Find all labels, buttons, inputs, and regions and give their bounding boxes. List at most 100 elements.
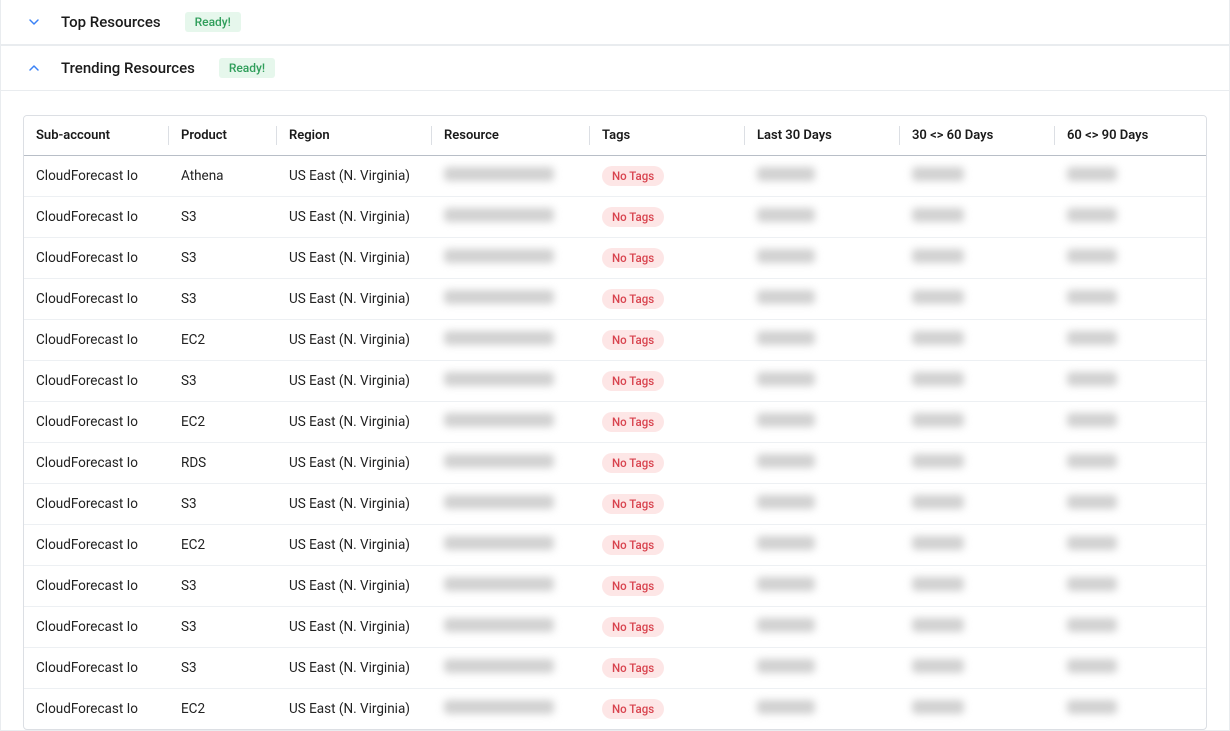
- col-header-region[interactable]: Region: [277, 116, 432, 156]
- cell-resource: [432, 320, 590, 361]
- cell-tags: No Tags: [590, 361, 745, 402]
- redacted-resource: [444, 290, 554, 304]
- table-row[interactable]: CloudForecast IoS3US East (N. Virginia)N…: [24, 607, 1206, 648]
- redacted-amount: [1067, 536, 1117, 550]
- col-header-last30[interactable]: Last 30 Days: [745, 116, 900, 156]
- table-row[interactable]: CloudForecast IoAthenaUS East (N. Virgin…: [24, 156, 1206, 197]
- cell-resource: [432, 279, 590, 320]
- table-row[interactable]: CloudForecast IoS3US East (N. Virginia)N…: [24, 484, 1206, 525]
- redacted-amount: [1067, 700, 1117, 714]
- panel-title-trending-resources: Trending Resources: [61, 59, 195, 77]
- cell-tags: No Tags: [590, 689, 745, 730]
- cell-3060: [900, 607, 1055, 648]
- cell-6090: [1055, 648, 1206, 689]
- cell-resource: [432, 443, 590, 484]
- cell-3060: [900, 484, 1055, 525]
- table-row[interactable]: CloudForecast IoEC2US East (N. Virginia)…: [24, 402, 1206, 443]
- redacted-amount: [757, 208, 815, 222]
- redacted-amount: [912, 413, 964, 427]
- cell-6090: [1055, 525, 1206, 566]
- cell-subaccount: CloudForecast Io: [24, 402, 169, 443]
- cell-6090: [1055, 361, 1206, 402]
- cell-product: S3: [169, 361, 277, 402]
- redacted-amount: [757, 536, 815, 550]
- cell-product: S3: [169, 607, 277, 648]
- cell-product: RDS: [169, 443, 277, 484]
- redacted-resource: [444, 618, 554, 632]
- cell-subaccount: CloudForecast Io: [24, 484, 169, 525]
- col-header-resource[interactable]: Resource: [432, 116, 590, 156]
- cell-3060: [900, 197, 1055, 238]
- no-tags-pill: No Tags: [602, 658, 664, 678]
- no-tags-pill: No Tags: [602, 453, 664, 473]
- redacted-resource: [444, 372, 554, 386]
- redacted-amount: [912, 167, 964, 181]
- no-tags-pill: No Tags: [602, 248, 664, 268]
- table-row[interactable]: CloudForecast IoEC2US East (N. Virginia)…: [24, 689, 1206, 730]
- no-tags-pill: No Tags: [602, 412, 664, 432]
- chevron-down-icon: [25, 13, 43, 31]
- cell-product: S3: [169, 238, 277, 279]
- cell-6090: [1055, 607, 1206, 648]
- cell-6090: [1055, 484, 1206, 525]
- redacted-amount: [912, 618, 964, 632]
- cell-product: S3: [169, 648, 277, 689]
- col-header-3060[interactable]: 30 <> 60 Days: [900, 116, 1055, 156]
- cell-resource: [432, 484, 590, 525]
- col-header-tags[interactable]: Tags: [590, 116, 745, 156]
- chevron-up-icon: [25, 59, 43, 77]
- cell-6090: [1055, 566, 1206, 607]
- panel-header-top-resources[interactable]: Top Resources Ready!: [1, 0, 1229, 45]
- redacted-resource: [444, 577, 554, 591]
- cell-subaccount: CloudForecast Io: [24, 443, 169, 484]
- cell-subaccount: CloudForecast Io: [24, 525, 169, 566]
- table-row[interactable]: CloudForecast IoEC2US East (N. Virginia)…: [24, 525, 1206, 566]
- cell-tags: No Tags: [590, 238, 745, 279]
- panel-top-resources: Top Resources Ready!: [0, 0, 1230, 46]
- redacted-amount: [1067, 372, 1117, 386]
- cell-resource: [432, 607, 590, 648]
- table-row[interactable]: CloudForecast IoS3US East (N. Virginia)N…: [24, 648, 1206, 689]
- cell-last30: [745, 566, 900, 607]
- cell-tags: No Tags: [590, 279, 745, 320]
- table-row[interactable]: CloudForecast IoS3US East (N. Virginia)N…: [24, 566, 1206, 607]
- table-row[interactable]: CloudForecast IoEC2US East (N. Virginia)…: [24, 320, 1206, 361]
- table-row[interactable]: CloudForecast IoS3US East (N. Virginia)N…: [24, 361, 1206, 402]
- table-row[interactable]: CloudForecast IoS3US East (N. Virginia)N…: [24, 238, 1206, 279]
- col-header-product[interactable]: Product: [169, 116, 277, 156]
- cell-3060: [900, 648, 1055, 689]
- cell-resource: [432, 689, 590, 730]
- trending-resources-table: Sub-account Product Region Resource Tags…: [23, 115, 1207, 730]
- redacted-amount: [757, 454, 815, 468]
- redacted-resource: [444, 167, 554, 181]
- redacted-amount: [757, 700, 815, 714]
- redacted-amount: [912, 577, 964, 591]
- cell-region: US East (N. Virginia): [277, 484, 432, 525]
- cell-product: EC2: [169, 689, 277, 730]
- redacted-amount: [1067, 208, 1117, 222]
- redacted-amount: [757, 659, 815, 673]
- table-header-row: Sub-account Product Region Resource Tags…: [24, 116, 1206, 156]
- cell-6090: [1055, 279, 1206, 320]
- col-header-6090[interactable]: 60 <> 90 Days: [1055, 116, 1206, 156]
- cell-tags: No Tags: [590, 525, 745, 566]
- panel-body-trending-resources: Sub-account Product Region Resource Tags…: [1, 91, 1229, 730]
- table-row[interactable]: CloudForecast IoS3US East (N. Virginia)N…: [24, 279, 1206, 320]
- cell-region: US East (N. Virginia): [277, 443, 432, 484]
- cell-tags: No Tags: [590, 484, 745, 525]
- cell-subaccount: CloudForecast Io: [24, 156, 169, 197]
- cell-tags: No Tags: [590, 607, 745, 648]
- no-tags-pill: No Tags: [602, 289, 664, 309]
- panel-header-trending-resources[interactable]: Trending Resources Ready!: [1, 46, 1229, 91]
- cell-tags: No Tags: [590, 648, 745, 689]
- no-tags-pill: No Tags: [602, 330, 664, 350]
- redacted-amount: [912, 454, 964, 468]
- table-row[interactable]: CloudForecast IoS3US East (N. Virginia)N…: [24, 197, 1206, 238]
- table-row[interactable]: CloudForecast IoRDSUS East (N. Virginia)…: [24, 443, 1206, 484]
- redacted-amount: [912, 372, 964, 386]
- cell-tags: No Tags: [590, 443, 745, 484]
- redacted-resource: [444, 454, 554, 468]
- col-header-subaccount[interactable]: Sub-account: [24, 116, 169, 156]
- cell-3060: [900, 566, 1055, 607]
- redacted-amount: [757, 577, 815, 591]
